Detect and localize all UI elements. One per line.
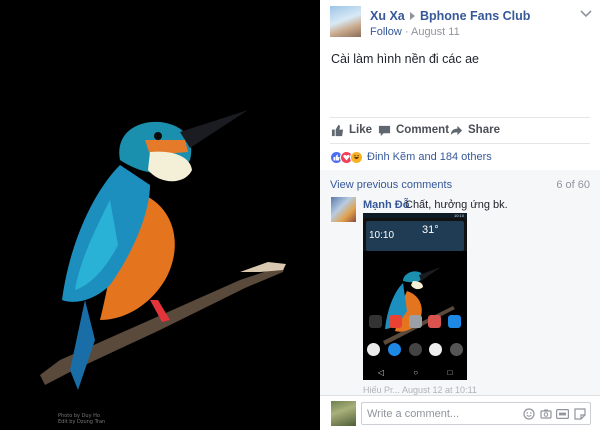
like-label: Like bbox=[349, 124, 373, 136]
composer-icons bbox=[522, 407, 586, 420]
post-date[interactable]: August 11 bbox=[411, 26, 460, 38]
share-button[interactable]: Share bbox=[450, 121, 500, 139]
app-icon bbox=[448, 315, 461, 328]
phone-nav-bar: ◁ ○ □ bbox=[363, 365, 467, 380]
back-icon: ◁ bbox=[377, 368, 384, 377]
phone-weather-widget: 10:10 31° bbox=[366, 221, 464, 251]
view-previous-comments-link[interactable]: View previous comments bbox=[330, 179, 452, 191]
divider bbox=[330, 117, 590, 118]
phone-temperature: 31° bbox=[422, 224, 439, 236]
post-side-panel: Xu Xa Bphone Fans Club Follow · August 1… bbox=[320, 0, 600, 430]
thumbs-up-icon bbox=[331, 124, 344, 136]
phone-status-time: 10:10 bbox=[453, 213, 464, 218]
comments-section: View previous comments 6 of 60 Mạnh Đỗ C… bbox=[320, 170, 600, 400]
share-icon bbox=[450, 125, 463, 135]
share-label: Share bbox=[468, 124, 500, 136]
phone-app-row bbox=[369, 315, 461, 329]
home-icon: ○ bbox=[413, 368, 419, 377]
comment-composer bbox=[320, 395, 600, 430]
app-icon bbox=[387, 343, 401, 356]
divider bbox=[330, 143, 590, 144]
emoji-icon[interactable] bbox=[522, 407, 535, 420]
app-icon bbox=[450, 343, 463, 356]
kingfisher-image bbox=[40, 110, 286, 390]
comment-icon bbox=[378, 125, 391, 136]
camera-icon[interactable] bbox=[539, 407, 552, 420]
comment-screenshot-image[interactable]: 10:10 10:10 31° ◁ ○ □ bbox=[363, 213, 467, 380]
sticker-icon[interactable] bbox=[573, 407, 586, 420]
photo-credit: Photo by Duy Ho Edit by Dzung Tran bbox=[58, 413, 105, 425]
app-icon bbox=[408, 343, 422, 356]
post-meta: Follow · August 11 bbox=[370, 26, 460, 38]
haha-reaction-icon bbox=[350, 150, 363, 164]
chevron-down-icon[interactable] bbox=[580, 9, 592, 19]
reaction-names[interactable]: Đinh Kẽm and 184 others bbox=[367, 151, 492, 163]
recents-icon: □ bbox=[447, 368, 453, 377]
comment-count: 6 of 60 bbox=[556, 179, 590, 191]
comment-input[interactable] bbox=[362, 403, 502, 424]
phone-status-bar: 10:10 bbox=[363, 213, 467, 218]
author-avatar[interactable] bbox=[330, 6, 361, 37]
gif-icon[interactable] bbox=[556, 407, 569, 420]
app-icon bbox=[408, 315, 422, 328]
my-avatar bbox=[331, 401, 356, 426]
phone-dock bbox=[367, 343, 463, 357]
commenter-name[interactable]: Mạnh Đỗ bbox=[363, 199, 409, 211]
follow-link[interactable]: Follow bbox=[370, 26, 402, 38]
app-icon bbox=[429, 343, 443, 356]
app-icon bbox=[369, 315, 382, 328]
arrow-right-icon bbox=[410, 12, 415, 20]
comment-input-box[interactable] bbox=[361, 402, 591, 425]
author-name[interactable]: Xu Xa bbox=[370, 9, 405, 23]
app-icon bbox=[388, 315, 402, 328]
comment-label: Comment bbox=[396, 124, 450, 136]
meta-separator: · bbox=[404, 26, 409, 38]
phone-clock: 10:10 bbox=[369, 230, 395, 241]
post-text: Cài làm hình nền đi các ae bbox=[331, 52, 480, 66]
comment-text: Chất, hưởng ứng bk. bbox=[405, 199, 508, 211]
post-header: Xu Xa Bphone Fans Club Follow · August 1… bbox=[330, 6, 592, 40]
commenter-avatar[interactable] bbox=[331, 197, 356, 222]
app-icon bbox=[367, 343, 380, 356]
next-comment-preview: Hiếu Pr... August 12 at 10:11 bbox=[363, 385, 477, 395]
post-actions: Like Comment Share bbox=[331, 121, 591, 139]
comment-button[interactable]: Comment bbox=[378, 121, 449, 139]
like-button[interactable]: Like bbox=[331, 121, 372, 139]
credit-line: Edit by Dzung Tran bbox=[58, 419, 106, 425]
post-photo[interactable]: Photo by Duy Ho Edit by Dzung Tran bbox=[0, 0, 320, 430]
app-icon bbox=[428, 315, 442, 328]
reactions-summary[interactable]: Đinh Kẽm and 184 others bbox=[330, 149, 492, 165]
group-name[interactable]: Bphone Fans Club bbox=[420, 9, 530, 23]
